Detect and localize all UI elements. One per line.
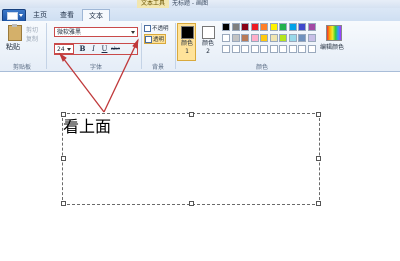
chevron-down-icon [19,14,23,17]
palette-swatch[interactable] [260,23,268,31]
palette-swatch[interactable] [241,45,249,53]
font-family-select[interactable]: 微软雅黑 [54,27,138,37]
palette-swatch[interactable] [288,23,297,31]
palette-swatch[interactable] [269,34,278,42]
bold-button[interactable]: B [78,44,87,54]
group-label-background: 背景 [151,64,164,71]
paste-icon[interactable] [8,24,22,41]
palette-swatch[interactable] [250,45,259,53]
resize-handle[interactable] [61,201,66,206]
palette-swatch[interactable] [231,23,240,31]
color2-swatch[interactable] [202,26,215,39]
group-divider [46,23,47,69]
color-palette [222,23,317,57]
transparent-button[interactable]: 透明 [144,34,166,44]
palette-swatch[interactable] [279,23,287,31]
transparent-icon [145,36,152,43]
palette-swatch[interactable] [250,23,259,31]
paint-menu-icon [7,12,18,20]
palette-swatch[interactable] [241,23,249,31]
palette-swatch[interactable] [298,34,306,42]
color1-label: 颜色 1 [180,40,193,55]
resize-handle[interactable] [61,156,66,161]
canvas-text: 看上面 [63,117,112,136]
palette-swatch[interactable] [260,45,268,53]
group-divider [175,23,176,69]
tab-view[interactable]: 查看 [55,9,79,21]
palette-swatch[interactable] [298,23,306,31]
palette-swatch[interactable] [260,34,268,42]
resize-handle[interactable] [189,112,194,117]
palette-swatch[interactable] [288,45,297,53]
palette-swatch[interactable] [250,34,259,42]
resize-handle[interactable] [316,112,321,117]
palette-swatch[interactable] [307,45,316,53]
edit-colors-icon[interactable] [326,25,342,41]
edit-colors-button[interactable]: 编辑颜色 [320,42,344,51]
font-family-value: 微软雅黑 [57,29,82,36]
strikethrough-button[interactable]: abc [111,44,120,54]
contextual-tab-label: 文本工具 [137,0,169,8]
resize-handle[interactable] [316,201,321,206]
palette-swatch[interactable] [222,45,230,53]
palette-swatch[interactable] [298,45,306,53]
window-title: 无标题 - 画图 [172,0,208,7]
color1-swatch [181,26,194,39]
resize-handle[interactable] [189,201,194,206]
font-size-value: 24 [57,46,65,53]
tab-home[interactable]: 主页 [28,9,52,21]
palette-swatch[interactable] [269,23,278,31]
group-label-colors: 颜色 [255,64,268,71]
palette-swatch[interactable] [307,23,316,31]
palette-swatch[interactable] [241,34,249,42]
underline-button[interactable]: U [100,44,109,54]
opaque-label: 不透明 [152,26,169,32]
palette-swatch[interactable] [231,45,240,53]
group-label-clipboard: 剪贴板 [12,64,31,71]
opaque-icon [144,25,151,32]
italic-button[interactable]: I [89,44,98,54]
palette-swatch[interactable] [307,34,316,42]
palette-swatch[interactable] [231,34,240,42]
palette-swatch[interactable] [279,34,287,42]
resize-handle[interactable] [316,156,321,161]
opaque-button[interactable]: 不透明 [144,24,172,34]
palette-swatch[interactable] [288,34,297,42]
palette-swatch[interactable] [279,45,287,53]
font-size-select[interactable]: 24 [54,44,74,54]
palette-swatch[interactable] [222,23,230,31]
chevron-down-icon [67,48,71,51]
palette-swatch[interactable] [269,45,278,53]
paste-button-label[interactable]: 粘贴 [6,42,20,52]
copy-button[interactable]: 复制 [26,34,38,43]
cut-button[interactable]: 剪切 [26,25,38,34]
group-label-font: 字体 [89,64,102,71]
color2-label: 颜色 2 [201,40,214,55]
transparent-label: 透明 [153,37,165,43]
palette-swatch[interactable] [222,34,230,42]
chevron-down-icon [131,31,135,34]
